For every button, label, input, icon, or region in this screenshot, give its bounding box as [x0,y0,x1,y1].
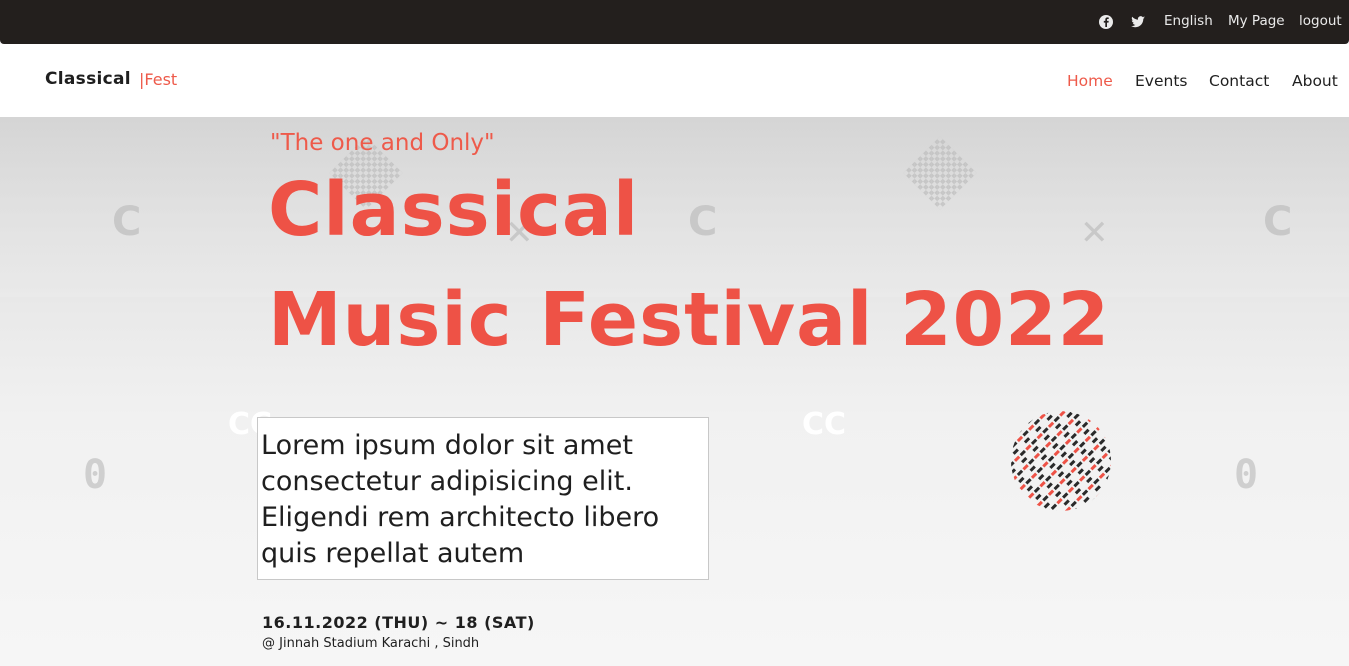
twitter-icon[interactable] [1130,14,1146,30]
brand-subtitle[interactable]: |Fest [139,70,177,89]
nav-contact[interactable]: Contact [1209,72,1269,90]
decorative-c-glyph: C [1263,199,1293,245]
hero-title-line2: Music Festival 2022 [268,277,1111,363]
my-page-link[interactable]: My Page [1228,13,1285,29]
hero-description-box: Lorem ipsum dolor sit amet consectetur a… [257,417,709,580]
brand-logo[interactable]: Classical [45,69,131,89]
decorative-c-glyph: C [688,199,718,245]
logout-link[interactable]: logout [1299,13,1342,29]
nav-home[interactable]: Home [1067,72,1113,90]
top-bar: English My Page logout [0,0,1349,44]
main-navbar: Classical |Fest Home Events Contact Abou… [0,44,1349,117]
decorative-cc-glyph: CC [802,407,847,442]
decorative-c-glyph: C [112,199,142,245]
hero-tagline: "The one and Only" [270,130,495,156]
nav-events[interactable]: Events [1135,72,1187,90]
decorative-x-glyph: ✕ [1080,213,1109,253]
event-date: 16.11.2022 (THU) ~ 18 (SAT) [262,613,535,632]
hero-title-line1: Classical [268,167,640,253]
hero-background-photo [575,117,1152,297]
hero-section: C C C ✕ ✕ CC CC 0 0 "The one and Only" C… [0,117,1349,666]
decorative-zero-glyph: 0 [83,452,108,498]
decorative-zero-glyph: 0 [1234,452,1259,498]
event-venue: @ Jinnah Stadium Karachi , Sindh [262,636,480,651]
hero-background-photo [1152,117,1349,297]
nav-about[interactable]: About [1292,72,1338,90]
facebook-icon[interactable] [1098,14,1114,30]
language-link[interactable]: English [1164,13,1213,29]
decorative-pattern-circle [1011,411,1111,511]
